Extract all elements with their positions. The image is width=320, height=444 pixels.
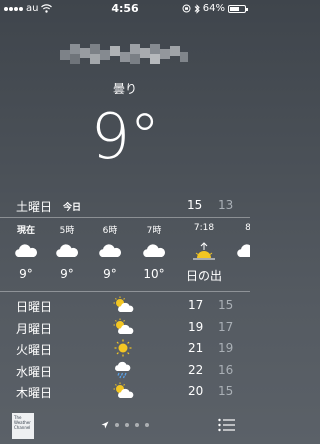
cloud-icon [99, 244, 121, 257]
rain-icon [115, 361, 131, 378]
sunrise-icon [193, 242, 215, 260]
status-right: 64% [182, 3, 248, 14]
bluetooth-icon [194, 3, 200, 14]
location-name-redacted [60, 44, 190, 72]
daily-high: 21 [188, 341, 204, 355]
daily-low: 15 [218, 384, 234, 398]
page-dot [115, 423, 119, 427]
status-bar: au 4:56 64% [0, 0, 250, 18]
page-dot [135, 423, 139, 427]
hour-time: 5時 [59, 226, 75, 236]
daily-row: 日曜日 17 15 [0, 295, 250, 317]
cloud-icon [143, 244, 165, 257]
daily-low: 16 [218, 362, 234, 377]
current-condition: 曇り [112, 82, 137, 96]
hourly-forecast[interactable]: 現在 9° 5時 9° 6時 9° 7時 10° 7:18 日の出 8 [0, 218, 250, 290]
hour-time: 7時 [146, 226, 162, 236]
cloud-icon [56, 244, 78, 257]
sunny-icon [114, 339, 132, 357]
daily-row: 水曜日 22 16 [0, 360, 250, 382]
hour-temp: 日の出 [185, 269, 222, 283]
daily-high: 20 [188, 384, 204, 398]
daily-day: 月曜日 [16, 321, 53, 336]
partly-sunny-icon [113, 382, 134, 398]
today-high: 15 [187, 198, 203, 212]
cloud-icon [237, 244, 250, 257]
today-low: 13 [218, 198, 234, 212]
hour-time: 現在 [16, 226, 35, 236]
page-dot [145, 423, 149, 427]
partly-sunny-icon [113, 318, 134, 334]
orientation-lock-icon [182, 4, 191, 13]
daily-high: 17 [188, 298, 204, 312]
hour-item: 7:18 日の出 [182, 218, 226, 284]
location-arrow-icon [101, 421, 109, 429]
today-label: 今日 [63, 203, 82, 213]
battery-percent: 64% [202, 3, 225, 14]
daily-row: 木曜日 20 15 [0, 381, 250, 403]
hour-item: 6時 9° [88, 218, 132, 281]
hour-temp: 9° [103, 267, 117, 281]
hour-time: 8 [245, 223, 250, 233]
daily-forecast[interactable]: 日曜日 17 15 月曜日 19 17 火曜日 21 19 水曜日 22 16 … [0, 295, 250, 403]
current-temperature: 9° [90, 100, 160, 173]
daily-low: 19 [218, 341, 234, 355]
battery-icon [228, 4, 248, 13]
hour-temp: 9° [19, 267, 33, 281]
bottom-bar: The Weather Channel [0, 409, 250, 444]
partly-sunny-icon [113, 296, 134, 312]
daily-day: 木曜日 [16, 386, 53, 400]
daily-high: 19 [188, 319, 204, 334]
hour-item: 7時 10° [132, 218, 176, 281]
hour-temp: 9° [60, 267, 74, 281]
page-indicator[interactable] [0, 421, 250, 429]
daily-low: 17 [218, 319, 234, 334]
cloud-icon [15, 244, 37, 257]
hour-time: 6時 [102, 226, 118, 236]
daily-low: 15 [218, 298, 234, 312]
daily-day: 日曜日 [16, 300, 53, 314]
daily-day: 火曜日 [16, 343, 53, 357]
daily-day: 水曜日 [16, 364, 53, 379]
hour-temp: 10° [143, 267, 165, 281]
hour-time: 7:18 [193, 223, 215, 233]
daily-row: 月曜日 19 17 [0, 317, 250, 339]
hour-item: 8 [226, 218, 250, 267]
page-dot [125, 423, 129, 427]
hour-item: 現在 9° [4, 218, 48, 281]
list-icon[interactable] [218, 418, 236, 432]
daily-row: 火曜日 21 19 [0, 338, 250, 360]
today-day: 土曜日 [16, 200, 53, 214]
daily-high: 22 [188, 362, 204, 377]
divider-bottom [0, 291, 250, 292]
today-row: 土曜日 今日 15 13 [0, 196, 250, 216]
hour-item: 5時 9° [45, 218, 89, 281]
